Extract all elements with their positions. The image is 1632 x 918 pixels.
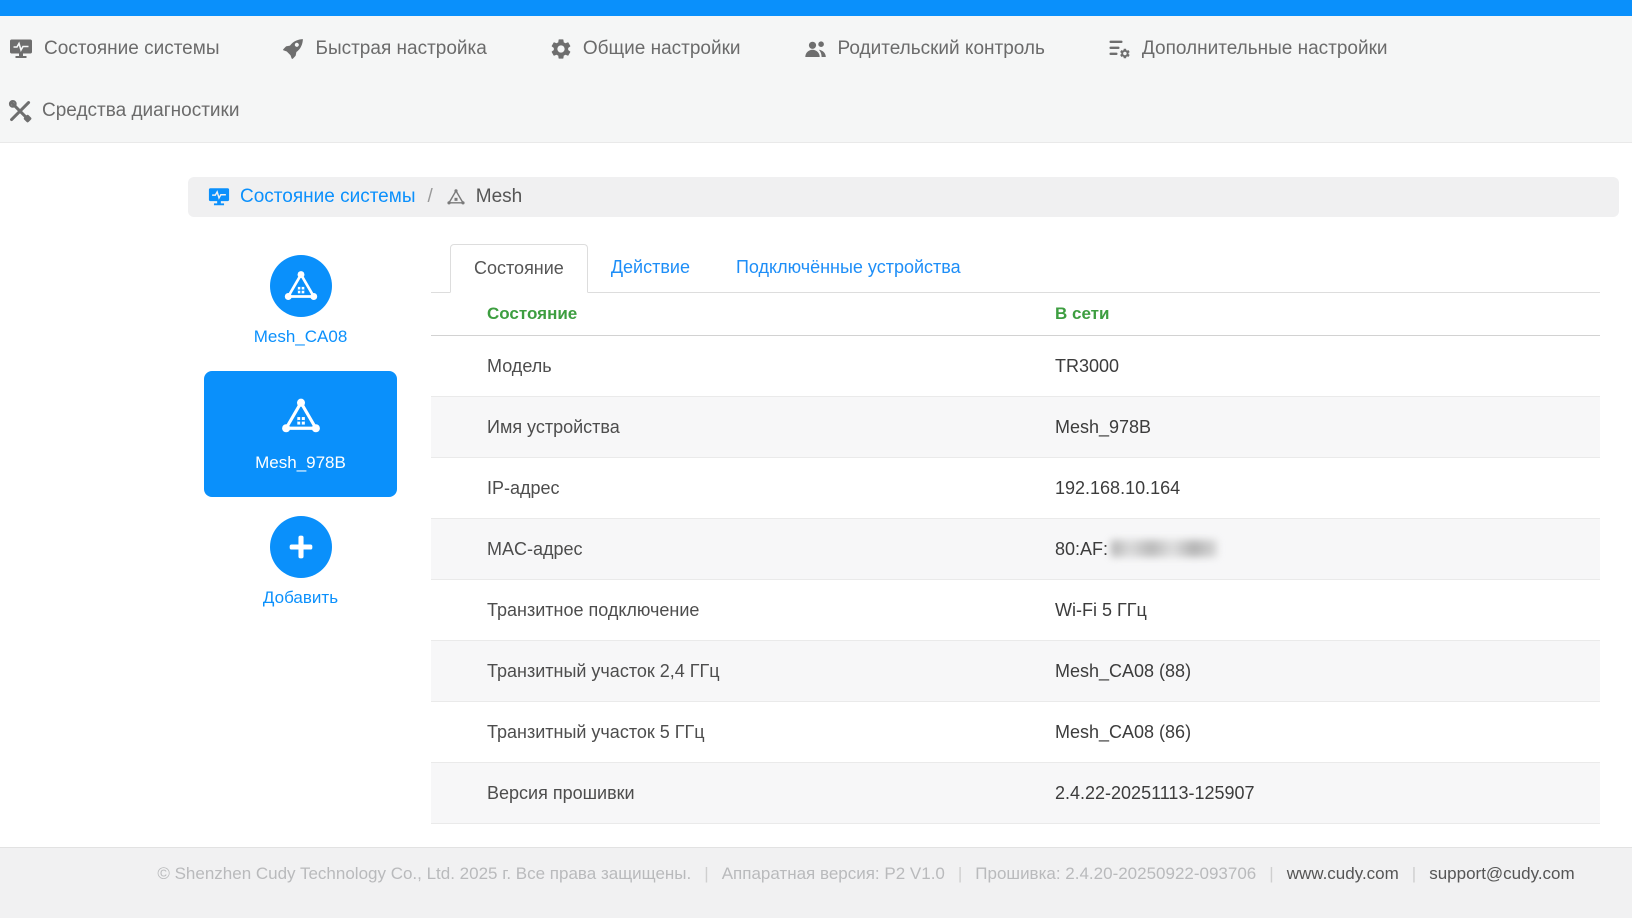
row-value: 80:AF: [1055,518,1600,580]
mac-redacted-blur [1111,539,1218,557]
footer-firmware-version: Прошивка: 2.4.20-20250922-093706 [975,864,1257,883]
mesh-icon [445,187,467,207]
footer-separator: | [957,864,963,883]
node-detail-panel: Состояние Действие Подключённые устройст… [431,244,1600,824]
monitor-pulse-icon [8,37,34,61]
main-nav: Состояние системы Быстрая настройка Общи… [0,16,1632,143]
table-row-ip-address: IP-адрес 192.168.10.164 [431,457,1600,519]
row-value: 192.168.10.164 [1055,457,1600,519]
table-row-firmware-version: Версия прошивки 2.4.22-20251113-125907 [431,762,1600,824]
table-row-device-name: Имя устройства Mesh_978B [431,396,1600,458]
mesh-icon [284,271,317,300]
monitor-pulse-icon [207,186,231,208]
plus-icon [289,535,312,559]
nav-label: Дополнительные настройки [1141,38,1388,59]
row-label: Имя устройства [431,396,1055,458]
nav-label: Средства диагностики [42,100,240,121]
footer-copyright: © Shenzhen Cudy Technology Co., Ltd. 202… [157,864,692,883]
nav-diagnostics[interactable]: Средства диагностики [8,80,239,142]
row-value: 2.4.22-20251113-125907 [1055,762,1600,824]
row-label: Транзитный участок 2,4 ГГц [431,640,1055,702]
row-label: Модель [431,335,1055,397]
table-row-backhaul-24: Транзитный участок 2,4 ГГц Mesh_CA08 (88… [431,640,1600,702]
breadcrumb-current-page: Mesh [475,186,523,207]
add-node-label: Добавить [262,588,339,607]
mesh-node-sidebar: Mesh_CA08 Mesh_978B Добавить [188,244,431,824]
table-row-backhaul-5: Транзитный участок 5 ГГц Mesh_CA08 (86) [431,701,1600,763]
footer-website-link[interactable]: www.cudy.com [1287,864,1399,918]
table-row-uplink: Транзитное подключение Wi-Fi 5 ГГц [431,579,1600,641]
mesh-icon [281,398,320,433]
status-table: Состояние В сети Модель TR3000 Имя устро… [431,293,1600,824]
add-circle [269,516,332,578]
row-label: Транзитный участок 5 ГГц [431,701,1055,763]
breadcrumb-separator: / [427,186,433,207]
mesh-node-ca08[interactable]: Mesh_CA08 [204,255,397,347]
tab-connected-devices[interactable]: Подключённые устройства [713,244,984,292]
users-icon [803,37,828,61]
breadcrumb-section-link[interactable]: Состояние системы [240,186,415,208]
nav-label: Родительский контроль [837,38,1045,59]
row-value: TR3000 [1055,335,1600,397]
list-gear-icon [1107,37,1132,61]
nav-advanced-settings[interactable]: Дополнительные настройки [1107,18,1388,80]
mac-visible-part: 80:AF: [1055,538,1109,559]
add-mesh-node-button[interactable]: Добавить [204,516,397,608]
nav-parental-control[interactable]: Родительский контроль [803,18,1045,80]
row-value: Wi-Fi 5 ГГц [1055,579,1600,641]
table-row-mac-address: MAC-адрес 80:AF: [431,518,1600,580]
nav-general-settings[interactable]: Общие настройки [549,18,741,80]
mesh-node-label: Mesh_978B [255,453,346,472]
mesh-node-label: Mesh_CA08 [253,327,348,346]
tab-status[interactable]: Состояние [450,244,588,293]
footer-hardware-version: Аппаратная версия: P2 V1.0 [721,864,945,883]
status-table-header: Состояние В сети [431,293,1600,336]
footer-separator: | [704,864,709,883]
table-row-model: Модель TR3000 [431,335,1600,397]
footer-email-link[interactable]: support@cudy.com [1429,864,1574,918]
row-label: Версия прошивки [431,762,1055,824]
nav-label: Быстрая настройка [315,38,487,59]
status-header-left: Состояние [431,293,1055,336]
gear-icon [549,37,573,61]
nav-label: Состояние системы [44,38,220,59]
row-value: Mesh_CA08 (88) [1055,640,1600,702]
rocket-icon [281,37,305,61]
nav-system-status[interactable]: Состояние системы [8,18,219,80]
nav-label: Общие настройки [582,38,741,59]
row-value: Mesh_CA08 (86) [1055,701,1600,763]
mesh-node-circle [269,255,332,317]
footer-separator: | [1269,864,1274,883]
page-footer: © Shenzhen Cudy Technology Co., Ltd. 202… [0,847,1632,918]
tab-action[interactable]: Действие [588,244,713,292]
row-label: Транзитное подключение [431,579,1055,641]
tools-icon [8,99,32,123]
row-label: MAC-адрес [431,518,1055,580]
status-header-online: В сети [1055,293,1600,336]
mesh-node-978b-selected[interactable]: Mesh_978B [204,371,397,497]
top-accent-bar [0,0,1632,16]
footer-separator: | [1411,864,1417,883]
row-label: IP-адрес [431,457,1055,519]
nav-quick-setup[interactable]: Быстрая настройка [281,18,487,80]
breadcrumb: Состояние системы / Mesh [188,177,1619,217]
detail-tabs: Состояние Действие Подключённые устройст… [431,244,1600,293]
row-value: Mesh_978B [1055,396,1600,458]
